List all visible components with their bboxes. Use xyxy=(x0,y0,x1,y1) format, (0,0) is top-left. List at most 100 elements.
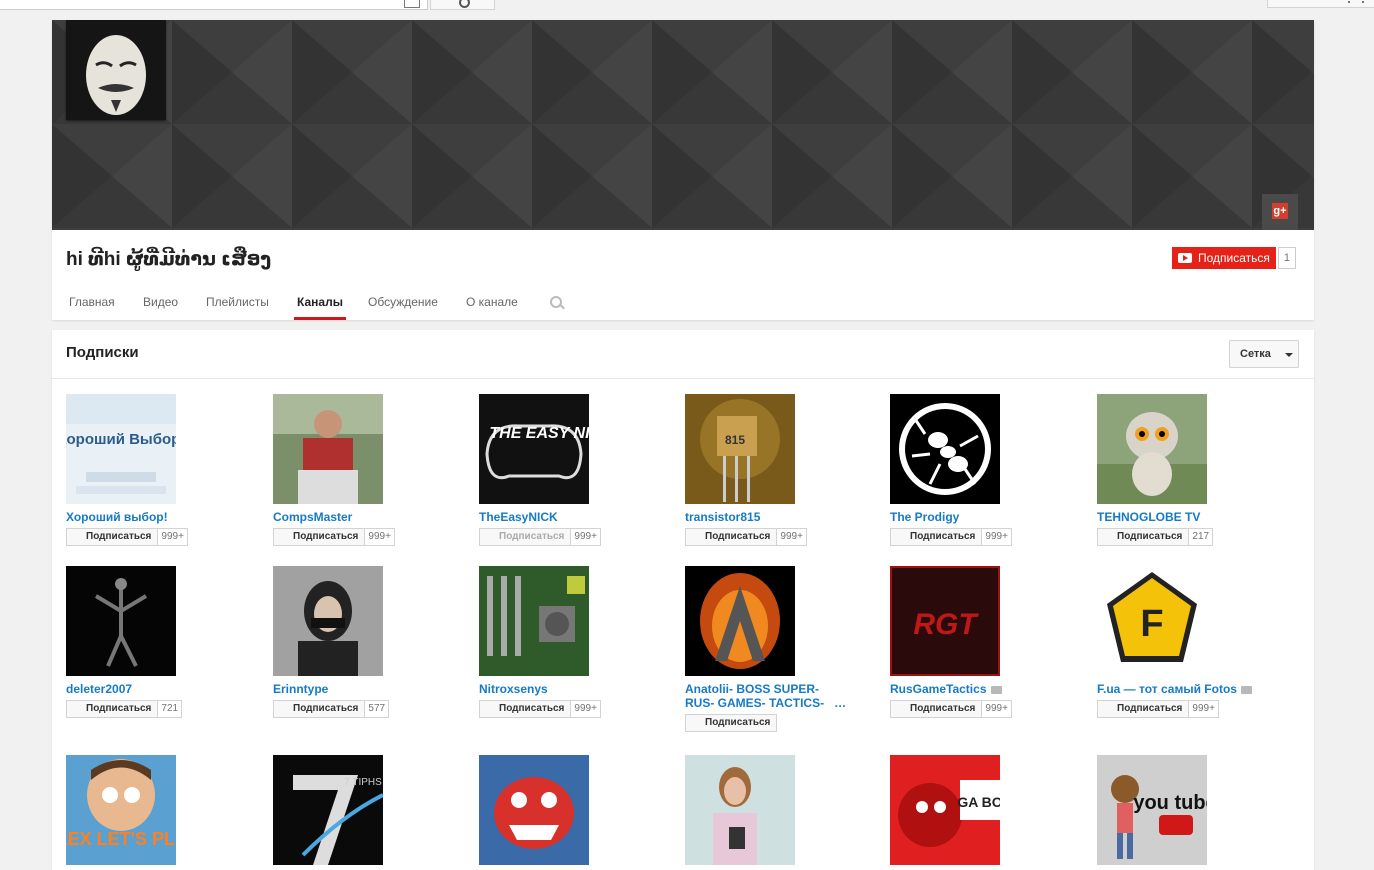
subscribe-button[interactable]: Подписаться xyxy=(66,700,159,718)
subscribe-label: Подписаться xyxy=(1198,251,1270,265)
subscribe-button[interactable]: Подписаться xyxy=(1172,247,1276,269)
google-plus-button[interactable]: g+ xyxy=(1262,194,1298,230)
channel-thumbnail[interactable]: Хороший Выбор! xyxy=(66,394,176,504)
channel-tile: ALEX LET'S PLAY xyxy=(66,755,266,865)
channel-name[interactable]: deleter2007 xyxy=(66,682,266,696)
channel-thumbnail[interactable]: RGT xyxy=(890,566,1000,676)
subscriber-count: 577 xyxy=(365,700,390,718)
channel-tile xyxy=(685,755,885,865)
channel-thumbnail[interactable] xyxy=(273,566,383,676)
subscriber-count: 999+ xyxy=(777,528,807,546)
channel-tile: deleter2007 Подписаться 721 xyxy=(66,566,266,718)
channel-thumbnail[interactable]: 7 TIPHS xyxy=(273,755,383,865)
subscribe-button[interactable]: Подписаться xyxy=(1097,528,1190,546)
channel-name[interactable]: The Prodigy xyxy=(890,510,1090,524)
chevron-down-icon xyxy=(1285,353,1293,357)
channel-thumbnail[interactable] xyxy=(479,755,589,865)
channel-thumbnail[interactable]: 815 xyxy=(685,394,795,504)
tab-videos[interactable]: Видео xyxy=(143,294,178,320)
subscriber-count: 999+ xyxy=(1189,700,1219,718)
thumb-text: RGT xyxy=(913,608,979,641)
subscriptions-section: Подписки Сетка Хороший Выбор! Хороший вы… xyxy=(52,330,1314,870)
channel-banner: g+ xyxy=(52,20,1314,230)
tab-discussion[interactable]: Обсуждение xyxy=(368,294,438,320)
channel-name[interactable]: Хороший выбор! xyxy=(66,510,266,524)
thumb-text: Хороший Выбор! xyxy=(66,431,176,448)
subscribe-button[interactable]: Подписаться xyxy=(66,528,159,546)
channel-thumbnail[interactable] xyxy=(66,566,176,676)
channel-tile: 815 transistor815 Подписаться 999+ xyxy=(685,394,885,546)
tab-home[interactable]: Главная xyxy=(69,294,115,320)
channel-thumbnail[interactable]: F xyxy=(1097,566,1207,676)
keyboard-icon[interactable] xyxy=(404,0,420,8)
subscribe-button[interactable]: Подписаться xyxy=(479,700,572,718)
channel-thumbnail[interactable]: THE EASY NICK xyxy=(479,394,589,504)
tab-channels[interactable]: Каналы xyxy=(294,294,346,320)
channel-tabs: Главная Видео Плейлисты Каналы Обсуждени… xyxy=(52,294,1314,320)
channel-thumbnail[interactable]: ALEX LET'S PLAY xyxy=(66,755,176,865)
channel-thumbnail[interactable] xyxy=(273,394,383,504)
channel-tile: CompsMaster Подписаться 999+ xyxy=(273,394,473,546)
subscribe-button[interactable]: Подписаться xyxy=(273,528,366,546)
thumb-text: 815 xyxy=(725,433,745,447)
channel-name[interactable]: transistor815 xyxy=(685,510,885,524)
channel-name[interactable]: Nitroxsenys xyxy=(479,682,679,696)
subscribe-button[interactable]: Подписаться xyxy=(479,528,572,546)
account-button[interactable] xyxy=(1267,0,1374,8)
subscribe-button[interactable]: Подписаться xyxy=(685,528,778,546)
thumb-text: 7 TIPHS xyxy=(344,777,382,788)
channel-tile: you tube xyxy=(1097,755,1297,865)
channel-thumbnail[interactable] xyxy=(890,394,1000,504)
channel-thumbnail[interactable] xyxy=(685,755,795,865)
channel-tile: TEHNOGLOBE TV Подписаться 217 xyxy=(1097,394,1297,546)
verified-icon xyxy=(990,685,1002,694)
channel-tile: The Prodigy Подписаться 999+ xyxy=(890,394,1090,546)
tab-about[interactable]: О канале xyxy=(466,294,518,320)
subscribe-button[interactable]: Подписаться xyxy=(890,700,983,718)
channel-thumbnail[interactable] xyxy=(479,566,589,676)
view-mode-label: Сетка xyxy=(1240,348,1271,360)
subscriber-count: 999+ xyxy=(982,528,1012,546)
channel-thumbnail[interactable] xyxy=(685,566,795,676)
tab-playlists[interactable]: Плейлисты xyxy=(206,294,269,320)
channel-thumbnail[interactable]: you tube xyxy=(1097,755,1207,865)
subscribe-button[interactable]: Подписаться xyxy=(890,528,983,546)
subscriber-count: 999+ xyxy=(158,528,188,546)
channel-tile: THE EASY NICK TheEasyNICK Подписаться999… xyxy=(479,394,679,546)
channel-name[interactable]: Erinntype xyxy=(273,682,473,696)
subscriber-count: 999+ xyxy=(571,528,601,546)
channel-name-line2: RUS- GAMES- TACTICS-… xyxy=(685,696,847,710)
youtube-icon xyxy=(1178,253,1192,263)
subscribe-button[interactable]: Подписаться xyxy=(1097,700,1190,718)
channel-name[interactable]: F.ua — тот самый Fotos xyxy=(1097,682,1297,696)
channel-thumbnail[interactable] xyxy=(1097,394,1207,504)
channel-name[interactable]: RusGameTactics xyxy=(890,682,1090,696)
channel-tile: F F.ua — тот самый Fotos Подписаться 999+ xyxy=(1097,566,1297,718)
channel-subscribe: Подписаться 1 xyxy=(1172,247,1297,269)
channel-name[interactable]: TheEasyNICK xyxy=(479,510,679,524)
channel-tile xyxy=(479,755,679,865)
banner-pattern xyxy=(52,20,1314,230)
search-button[interactable] xyxy=(430,0,495,10)
divider xyxy=(52,378,1314,379)
search-icon[interactable] xyxy=(550,296,562,308)
channel-name-line1: Anatolii- BOSS SUPER- xyxy=(685,682,820,696)
subscriber-count: 1 xyxy=(1277,247,1297,269)
channel-tile: 7 TIPHS xyxy=(273,755,473,865)
subscribe-button[interactable]: Подписаться xyxy=(273,700,366,718)
subscribe-button[interactable]: Подписаться xyxy=(685,714,778,732)
channel-tile: Anatolii- BOSS SUPER- RUS- GAMES- TACTIC… xyxy=(685,566,885,732)
channel-name[interactable]: CompsMaster xyxy=(273,510,473,524)
channel-thumbnail[interactable]: GA BO xyxy=(890,755,1000,865)
subscriber-count: 721 xyxy=(158,700,183,718)
thumb-text: GA BO xyxy=(957,794,1000,810)
ellipsis: … xyxy=(834,696,847,710)
search-input[interactable] xyxy=(0,0,428,10)
channel-tile: GA BO xyxy=(890,755,1090,865)
channel-avatar[interactable] xyxy=(66,20,166,120)
channel-name[interactable]: TEHNOGLOBE TV xyxy=(1097,510,1297,524)
view-mode-dropdown[interactable]: Сетка xyxy=(1229,340,1299,368)
channel-header: g+ hi ທີhi ຜູ້ທີ່ມີທ່ານ ເສືອງ Подписатьс… xyxy=(52,20,1314,320)
channel-name[interactable]: Anatolii- BOSS SUPER- RUS- GAMES- TACTIC… xyxy=(685,682,885,710)
channel-tile: Nitroxsenys Подписаться 999+ xyxy=(479,566,679,718)
